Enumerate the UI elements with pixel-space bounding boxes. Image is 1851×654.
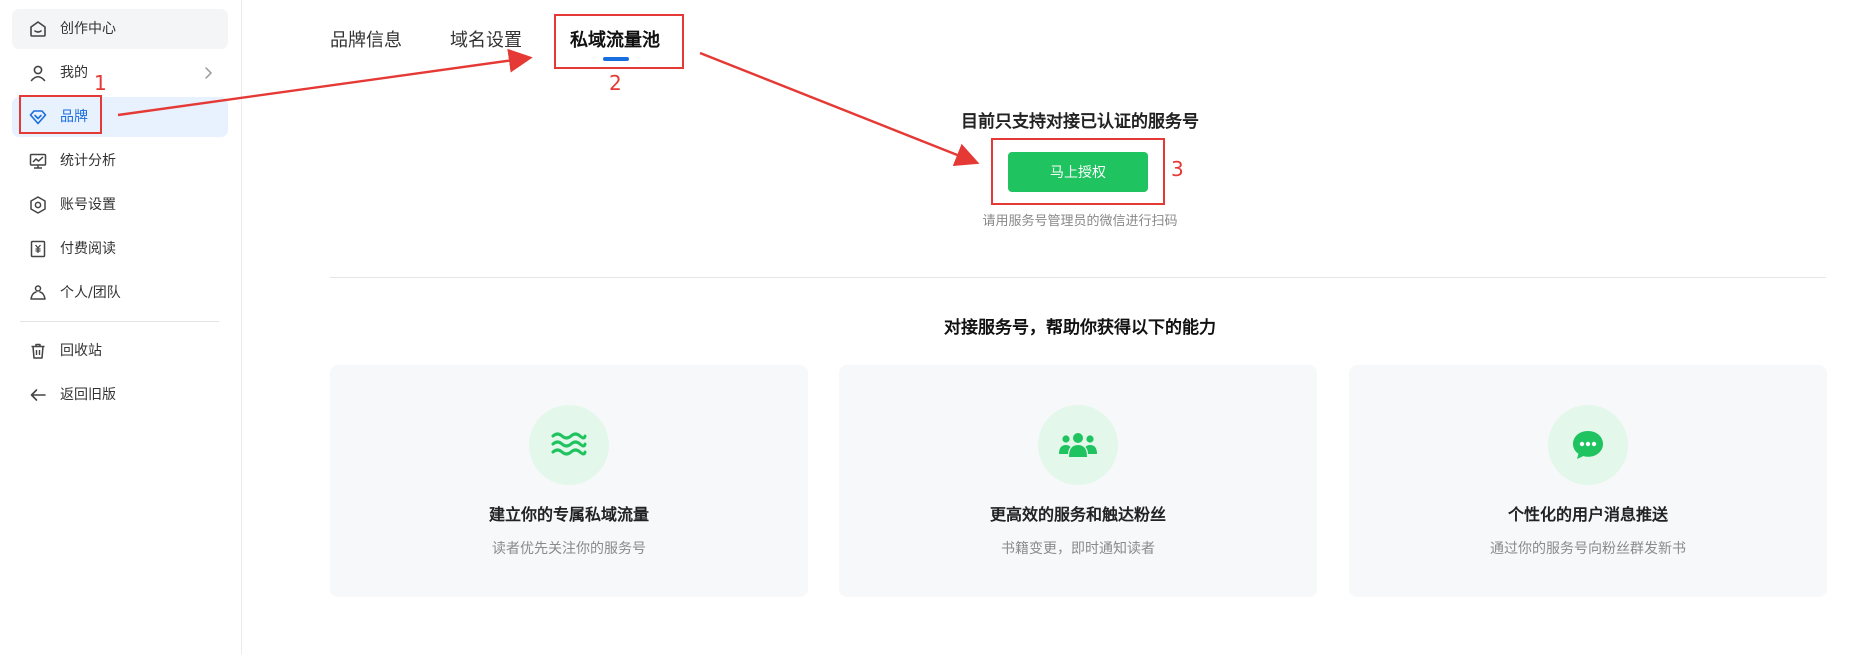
annotation-arrow-2 bbox=[699, 51, 980, 167]
annotation-arrows bbox=[117, 48, 980, 167]
annotation-arrow-1 bbox=[117, 48, 533, 117]
